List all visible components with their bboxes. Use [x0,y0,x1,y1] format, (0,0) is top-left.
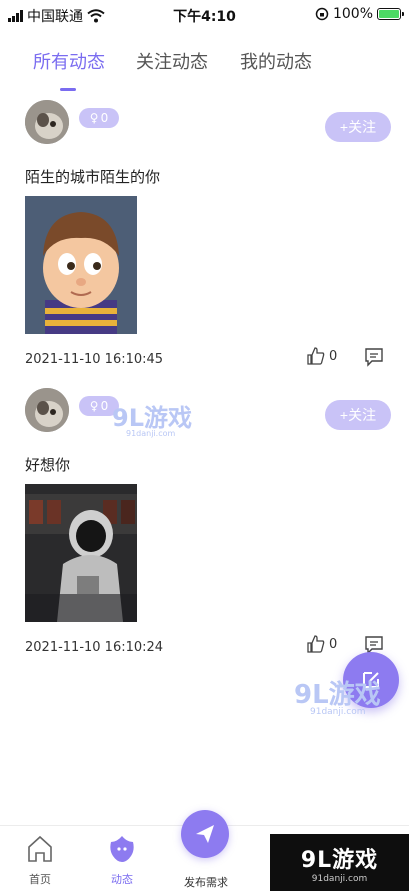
publish-request-label: 发布需求 [184,876,228,889]
gender-badge: ♀ 0 [79,396,119,416]
nav-moments[interactable]: 动态 [92,834,152,887]
orientation-lock-icon [315,7,329,21]
like-button[interactable]: 0 [306,634,337,654]
like-count: 0 [329,636,338,652]
nav-home-label: 首页 [29,873,51,886]
watermark-logo: 9L游戏 91danji.com [112,404,192,438]
follow-button[interactable]: +关注 [325,112,391,142]
like-button[interactable]: 0 [306,346,337,366]
watermark-corner: 9L游戏 91danji.com [270,834,409,891]
female-icon: ♀ [89,399,99,413]
paper-plane-icon [196,825,214,843]
publish-request-button[interactable] [181,810,229,858]
female-icon: ♀ [89,111,99,125]
badge-count: 0 [100,111,109,125]
tab-following-moments[interactable]: 关注动态 [136,48,208,74]
like-count: 0 [329,348,338,364]
post-timestamp: 2021-11-10 16:10:45 [25,352,164,367]
badge-count: 0 [100,399,109,413]
edit-icon [363,672,379,688]
thumbs-up-icon [307,347,325,365]
status-right: 100% [315,6,404,22]
astronaut-image[interactable] [25,484,137,622]
thumbs-up-icon [307,635,325,653]
nav-moments-label: 动态 [111,873,133,886]
tab-indicator [60,88,76,91]
tab-all-moments[interactable]: 所有动态 [33,48,105,74]
comment-icon[interactable] [363,346,385,368]
battery-percent: 100% [332,6,373,22]
follow-button[interactable]: +关注 [325,400,391,430]
publish-moment-button[interactable] [343,652,399,708]
avatar[interactable] [25,100,69,144]
home-icon [28,835,52,862]
avatar[interactable] [25,388,69,432]
status-bar: 中国联通 下午4:10 100% [0,0,409,30]
post-timestamp: 2021-11-10 16:10:24 [25,640,164,655]
moments-icon [110,836,134,862]
nav-home[interactable]: 首页 [10,834,70,887]
post-text: 好想你 [25,456,71,474]
feed-tabs: 所有动态 关注动态 我的动态 [0,44,409,94]
gender-badge: ♀ 0 [79,108,119,128]
tab-my-moments[interactable]: 我的动态 [240,48,312,74]
battery-icon [377,8,404,20]
cartoon-boy-image[interactable] [25,196,137,334]
post-text: 陌生的城市陌生的你 [25,168,161,186]
